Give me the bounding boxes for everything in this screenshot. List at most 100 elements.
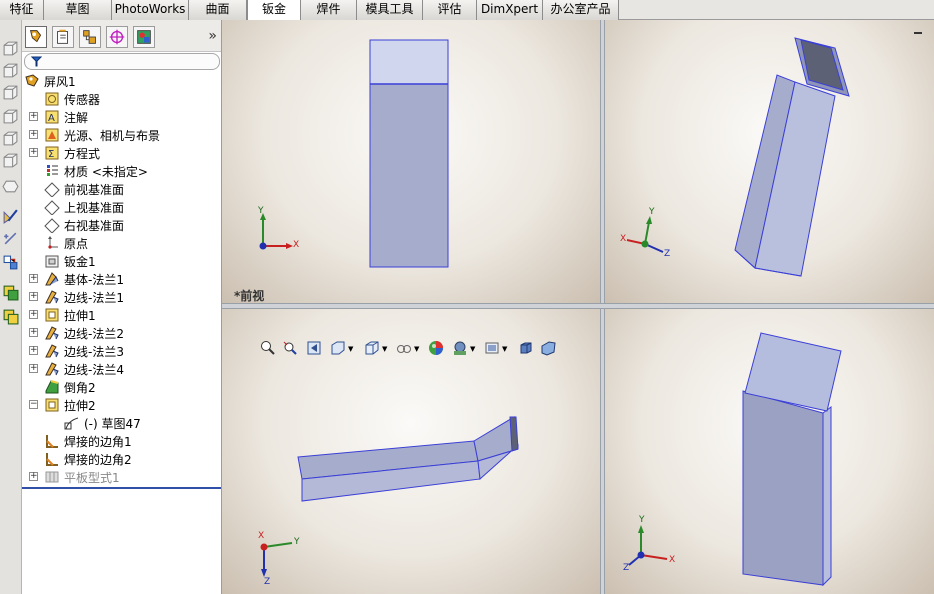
tree-item[interactable]: 焊接的边角2 [22, 450, 221, 468]
tab-dimxpert[interactable]: DimXpert [477, 0, 543, 20]
tree-item-label: 平板型式1 [64, 471, 120, 485]
expand-icon[interactable]: + [29, 112, 38, 121]
dropdown-arrow-icon[interactable]: ▼ [470, 345, 475, 353]
display-style-icon[interactable] [396, 340, 412, 356]
zoom-to-area-icon[interactable] [282, 340, 298, 356]
tab-office-products[interactable]: 办公室产品 [543, 0, 619, 20]
tab-sheet-metal[interactable]: 钣金 [247, 0, 301, 21]
axis-label-y: Y [639, 515, 645, 525]
edge-flange-icon [45, 290, 59, 304]
section-view-icon[interactable] [330, 340, 346, 356]
tree-item-label: 拉伸1 [64, 309, 96, 323]
box-view-icon[interactable] [2, 40, 19, 57]
dropdown-arrow-icon[interactable]: ▼ [414, 345, 419, 353]
expand-icon[interactable]: + [29, 130, 38, 139]
tree-item[interactable]: + 边线-法兰4 [22, 360, 221, 378]
tree-item[interactable]: 倒角2 [22, 378, 221, 396]
tab-sketch[interactable]: 草图 [44, 0, 112, 20]
tree-item[interactable]: 原点 [22, 234, 221, 252]
configuration-manager-tab-icon[interactable] [79, 26, 101, 48]
hexagon-icon[interactable] [2, 178, 19, 195]
tree-item[interactable]: + 平板型式1 [22, 468, 221, 486]
dropdown-arrow-icon[interactable]: ▼ [382, 345, 387, 353]
expand-icon[interactable]: + [29, 310, 38, 319]
collapse-icon[interactable]: − [29, 400, 38, 409]
axis-label-x: X [620, 234, 627, 244]
box-view-icon[interactable] [2, 108, 19, 125]
smart-dimension-icon[interactable] [2, 230, 19, 247]
rollback-bar[interactable] [22, 487, 221, 489]
viewport-front[interactable]: Y X *前视 [222, 20, 600, 303]
tree-item[interactable]: 屏风1 [22, 72, 221, 90]
plane-icon [44, 182, 60, 197]
previous-view-icon[interactable] [306, 340, 322, 356]
tree-item[interactable]: 前视基准面 [22, 180, 221, 198]
tree-item[interactable]: + 边线-法兰2 [22, 324, 221, 342]
tree-item[interactable]: (-) 草图47 [22, 414, 221, 432]
sketch-tool-icon[interactable] [2, 208, 19, 225]
triad-icon [260, 542, 293, 577]
dropdown-arrow-icon[interactable]: ▼ [502, 345, 507, 353]
tree-item[interactable]: 钣金1 [22, 252, 221, 270]
view-settings-icon[interactable] [484, 340, 500, 356]
minimize-viewport-button[interactable] [914, 32, 922, 34]
box-view-icon[interactable] [2, 130, 19, 147]
display-manager-tab-icon[interactable] [133, 26, 155, 48]
viewport-top-right[interactable]: Y X Z [605, 20, 934, 303]
apply-scene-icon[interactable] [518, 340, 534, 356]
property-manager-tab-icon[interactable] [52, 26, 74, 48]
tree-item[interactable]: 材质 <未指定> [22, 162, 221, 180]
expand-icon[interactable]: + [29, 328, 38, 337]
more-tabs-button[interactable]: » [208, 28, 217, 44]
viewport-bottom-right[interactable]: Y X Z [605, 309, 934, 594]
relations-icon[interactable] [2, 254, 19, 271]
tree-item[interactable]: + 拉伸1 [22, 306, 221, 324]
expand-icon[interactable]: + [29, 148, 38, 157]
view-orientation-icon[interactable] [364, 340, 380, 356]
tab-evaluate[interactable]: 评估 [423, 0, 477, 20]
tree-item-label: 传感器 [64, 93, 101, 107]
extrude-icon [45, 398, 59, 412]
extrude-icon [45, 308, 59, 322]
tree-item[interactable]: + 基体-法兰1 [22, 270, 221, 288]
axis-label-z: Z [623, 563, 630, 573]
feature-filter-input[interactable] [24, 53, 220, 70]
tree-item[interactable]: + 边线-法兰1 [22, 288, 221, 306]
tab-mold-tools[interactable]: 模具工具 [357, 0, 423, 20]
scene-icon[interactable] [452, 340, 468, 356]
tree-item[interactable]: + 边线-法兰3 [22, 342, 221, 360]
tree-item[interactable]: 传感器 [22, 90, 221, 108]
dropdown-arrow-icon[interactable]: ▼ [348, 345, 353, 353]
axis-label-x: X [293, 240, 300, 250]
triad-icon [626, 216, 664, 253]
expand-icon[interactable]: + [29, 472, 38, 481]
box-view-icon[interactable] [2, 84, 19, 101]
tree-item-label: 倒角2 [64, 381, 96, 395]
tree-item[interactable]: 上视基准面 [22, 198, 221, 216]
expand-icon[interactable]: + [29, 292, 38, 301]
insert-feature-icon[interactable] [2, 284, 19, 301]
tree-item-label: 前视基准面 [64, 183, 125, 197]
tree-item[interactable]: + A 注解 [22, 108, 221, 126]
perspective-icon[interactable] [540, 340, 556, 356]
tab-photoworks[interactable]: PhotoWorks [112, 0, 189, 20]
zoom-to-fit-icon[interactable] [260, 340, 276, 356]
expand-icon[interactable]: + [29, 274, 38, 283]
feature-tree-tab-icon[interactable] [25, 26, 47, 48]
tree-item[interactable]: 右视基准面 [22, 216, 221, 234]
expand-icon[interactable]: + [29, 364, 38, 373]
filter-icon [31, 56, 42, 67]
tree-item[interactable]: + Σ 方程式 [22, 144, 221, 162]
tree-item[interactable]: − 拉伸2 [22, 396, 221, 414]
tab-features[interactable]: 特征 [0, 0, 44, 20]
insert-feature-icon[interactable] [2, 308, 19, 325]
tab-weldments[interactable]: 焊件 [301, 0, 357, 20]
tree-item[interactable]: 焊接的边角1 [22, 432, 221, 450]
box-view-icon[interactable] [2, 62, 19, 79]
tab-surfaces[interactable]: 曲面 [189, 0, 247, 20]
expand-icon[interactable]: + [29, 346, 38, 355]
box-view-icon[interactable] [2, 152, 19, 169]
tree-item[interactable]: + 光源、相机与布景 [22, 126, 221, 144]
appearance-icon[interactable] [428, 340, 444, 356]
dimxpert-tab-icon[interactable] [106, 26, 128, 48]
